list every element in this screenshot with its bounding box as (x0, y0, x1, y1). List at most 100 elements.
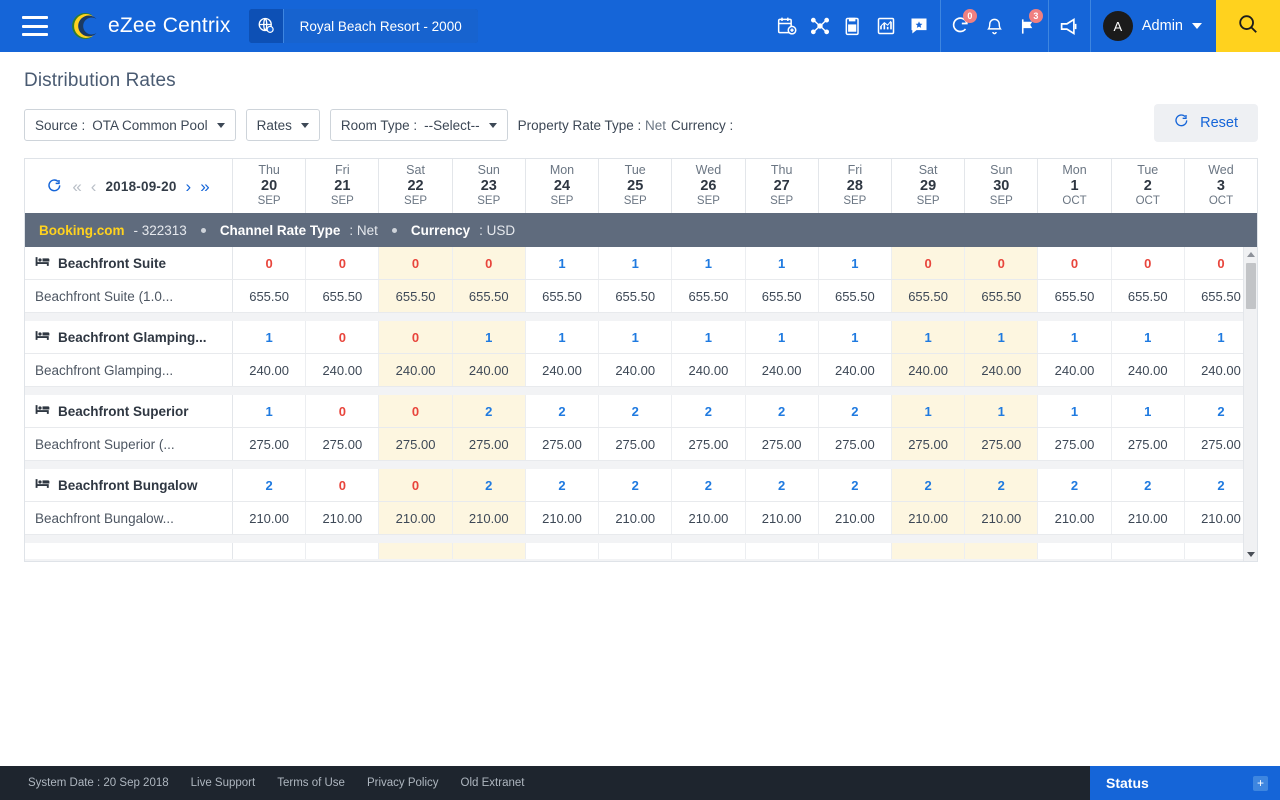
date-column-header[interactable]: Sun30SEP (965, 159, 1038, 213)
date-column-header[interactable]: Thu27SEP (746, 159, 819, 213)
rate-cell[interactable]: 655.50 (599, 280, 672, 312)
inventory-cell[interactable]: 0 (379, 469, 452, 501)
inventory-cell[interactable]: 2 (892, 469, 965, 501)
date-column-header[interactable]: Tue2OCT (1112, 159, 1185, 213)
inventory-cell[interactable]: 0 (892, 247, 965, 279)
rate-cell[interactable]: 275.00 (599, 428, 672, 460)
inventory-cell[interactable] (526, 543, 599, 559)
rate-cell[interactable]: 655.50 (453, 280, 526, 312)
room-name-cell[interactable]: Beachfront Suite (25, 247, 233, 279)
footer-link-old-extranet[interactable]: Old Extranet (461, 777, 525, 789)
rate-cell[interactable]: 655.50 (672, 280, 745, 312)
date-column-header[interactable]: Thu20SEP (233, 159, 306, 213)
rate-cell[interactable]: 275.00 (233, 428, 306, 460)
inventory-cell[interactable]: 0 (1038, 247, 1111, 279)
inventory-cell[interactable]: 0 (965, 247, 1038, 279)
scroll-down-arrow-icon[interactable] (1244, 547, 1257, 561)
rate-cell[interactable]: 655.50 (819, 280, 892, 312)
room-name-cell[interactable]: Beachfront Bungalow (25, 469, 233, 501)
rate-cell[interactable]: 275.00 (965, 428, 1038, 460)
room-type-select[interactable]: Room Type : --Select-- (330, 109, 508, 141)
rate-plan-name-cell[interactable]: Beachfront Superior (... (25, 428, 233, 460)
inventory-cell[interactable] (453, 543, 526, 559)
inventory-cell[interactable] (379, 543, 452, 559)
rate-cell[interactable]: 275.00 (379, 428, 452, 460)
date-column-header[interactable]: Mon1OCT (1038, 159, 1111, 213)
rate-plan-name-cell[interactable]: Beachfront Suite (1.0... (25, 280, 233, 312)
footer-link-privacy-policy[interactable]: Privacy Policy (367, 777, 439, 789)
review-star-icon[interactable] (903, 0, 936, 52)
date-column-header[interactable]: Sun23SEP (453, 159, 526, 213)
rate-cell[interactable]: 240.00 (526, 354, 599, 386)
rate-cell[interactable]: 240.00 (379, 354, 452, 386)
rate-cell[interactable]: 210.00 (892, 502, 965, 534)
room-name-cell[interactable] (25, 543, 233, 559)
inventory-cell[interactable]: 2 (1038, 469, 1111, 501)
inventory-cell[interactable]: 1 (1112, 395, 1185, 427)
rate-cell[interactable]: 655.50 (1112, 280, 1185, 312)
inventory-cell[interactable] (1112, 543, 1185, 559)
rate-cell[interactable]: 210.00 (1038, 502, 1111, 534)
rate-cell[interactable]: 240.00 (1038, 354, 1111, 386)
double-chevron-left-icon[interactable]: « (72, 178, 81, 195)
inventory-cell[interactable]: 1 (233, 321, 306, 353)
scrollbar-thumb[interactable] (1246, 263, 1256, 309)
rate-cell[interactable]: 210.00 (233, 502, 306, 534)
expand-status-icon[interactable]: + (1253, 776, 1268, 791)
rate-cell[interactable]: 655.50 (965, 280, 1038, 312)
rate-cell[interactable]: 240.00 (453, 354, 526, 386)
date-column-header[interactable]: Tue25SEP (599, 159, 672, 213)
inventory-cell[interactable]: 1 (1038, 395, 1111, 427)
refresh-icon[interactable] (47, 178, 63, 194)
inventory-cell[interactable]: 1 (819, 247, 892, 279)
bell-notification-icon[interactable] (978, 0, 1011, 52)
inventory-cell[interactable]: 1 (599, 247, 672, 279)
inventory-cell[interactable] (892, 543, 965, 559)
rate-cell[interactable]: 655.50 (892, 280, 965, 312)
rate-cell[interactable]: 275.00 (819, 428, 892, 460)
inventory-cell[interactable]: 0 (306, 247, 379, 279)
rate-cell[interactable]: 655.50 (233, 280, 306, 312)
rate-cell[interactable]: 210.00 (306, 502, 379, 534)
inventory-cell[interactable]: 1 (965, 395, 1038, 427)
inventory-cell[interactable]: 0 (453, 247, 526, 279)
rate-cell[interactable]: 275.00 (892, 428, 965, 460)
inventory-cell[interactable] (819, 543, 892, 559)
rate-cell[interactable]: 240.00 (672, 354, 745, 386)
user-menu[interactable]: A Admin (1090, 0, 1216, 52)
vertical-scrollbar[interactable] (1243, 247, 1257, 561)
inventory-cell[interactable]: 2 (599, 395, 672, 427)
activity-refresh-icon[interactable]: 0 (945, 0, 978, 52)
inventory-cell[interactable] (965, 543, 1038, 559)
inventory-cell[interactable]: 1 (599, 321, 672, 353)
rate-cell[interactable]: 275.00 (453, 428, 526, 460)
rate-cell[interactable]: 240.00 (306, 354, 379, 386)
inventory-cell[interactable] (746, 543, 819, 559)
date-column-header[interactable]: Sat29SEP (892, 159, 965, 213)
inventory-cell[interactable]: 0 (379, 395, 452, 427)
inventory-cell[interactable]: 1 (746, 247, 819, 279)
search-button[interactable] (1216, 0, 1280, 52)
room-name-cell[interactable]: Beachfront Superior (25, 395, 233, 427)
inventory-cell[interactable] (599, 543, 672, 559)
inventory-cell[interactable]: 0 (306, 469, 379, 501)
inventory-cell[interactable]: 1 (892, 395, 965, 427)
rate-cell[interactable]: 210.00 (819, 502, 892, 534)
source-select[interactable]: Source : OTA Common Pool (24, 109, 236, 141)
inventory-cell[interactable]: 2 (819, 395, 892, 427)
chevron-left-icon[interactable]: ‹ (91, 178, 97, 195)
inventory-cell[interactable]: 2 (453, 469, 526, 501)
rate-cell[interactable]: 655.50 (379, 280, 452, 312)
rate-cell[interactable]: 240.00 (965, 354, 1038, 386)
inventory-cell[interactable]: 1 (965, 321, 1038, 353)
rate-cell[interactable]: 240.00 (819, 354, 892, 386)
inventory-cell[interactable]: 2 (453, 395, 526, 427)
rate-cell[interactable]: 210.00 (1112, 502, 1185, 534)
reset-button[interactable]: Reset (1154, 104, 1258, 142)
inventory-cell[interactable]: 1 (1038, 321, 1111, 353)
inventory-cell[interactable]: 2 (746, 395, 819, 427)
rate-cell[interactable]: 275.00 (746, 428, 819, 460)
footer-link-live-support[interactable]: Live Support (191, 777, 256, 789)
rate-cell[interactable]: 655.50 (1038, 280, 1111, 312)
inventory-cell[interactable]: 1 (819, 321, 892, 353)
